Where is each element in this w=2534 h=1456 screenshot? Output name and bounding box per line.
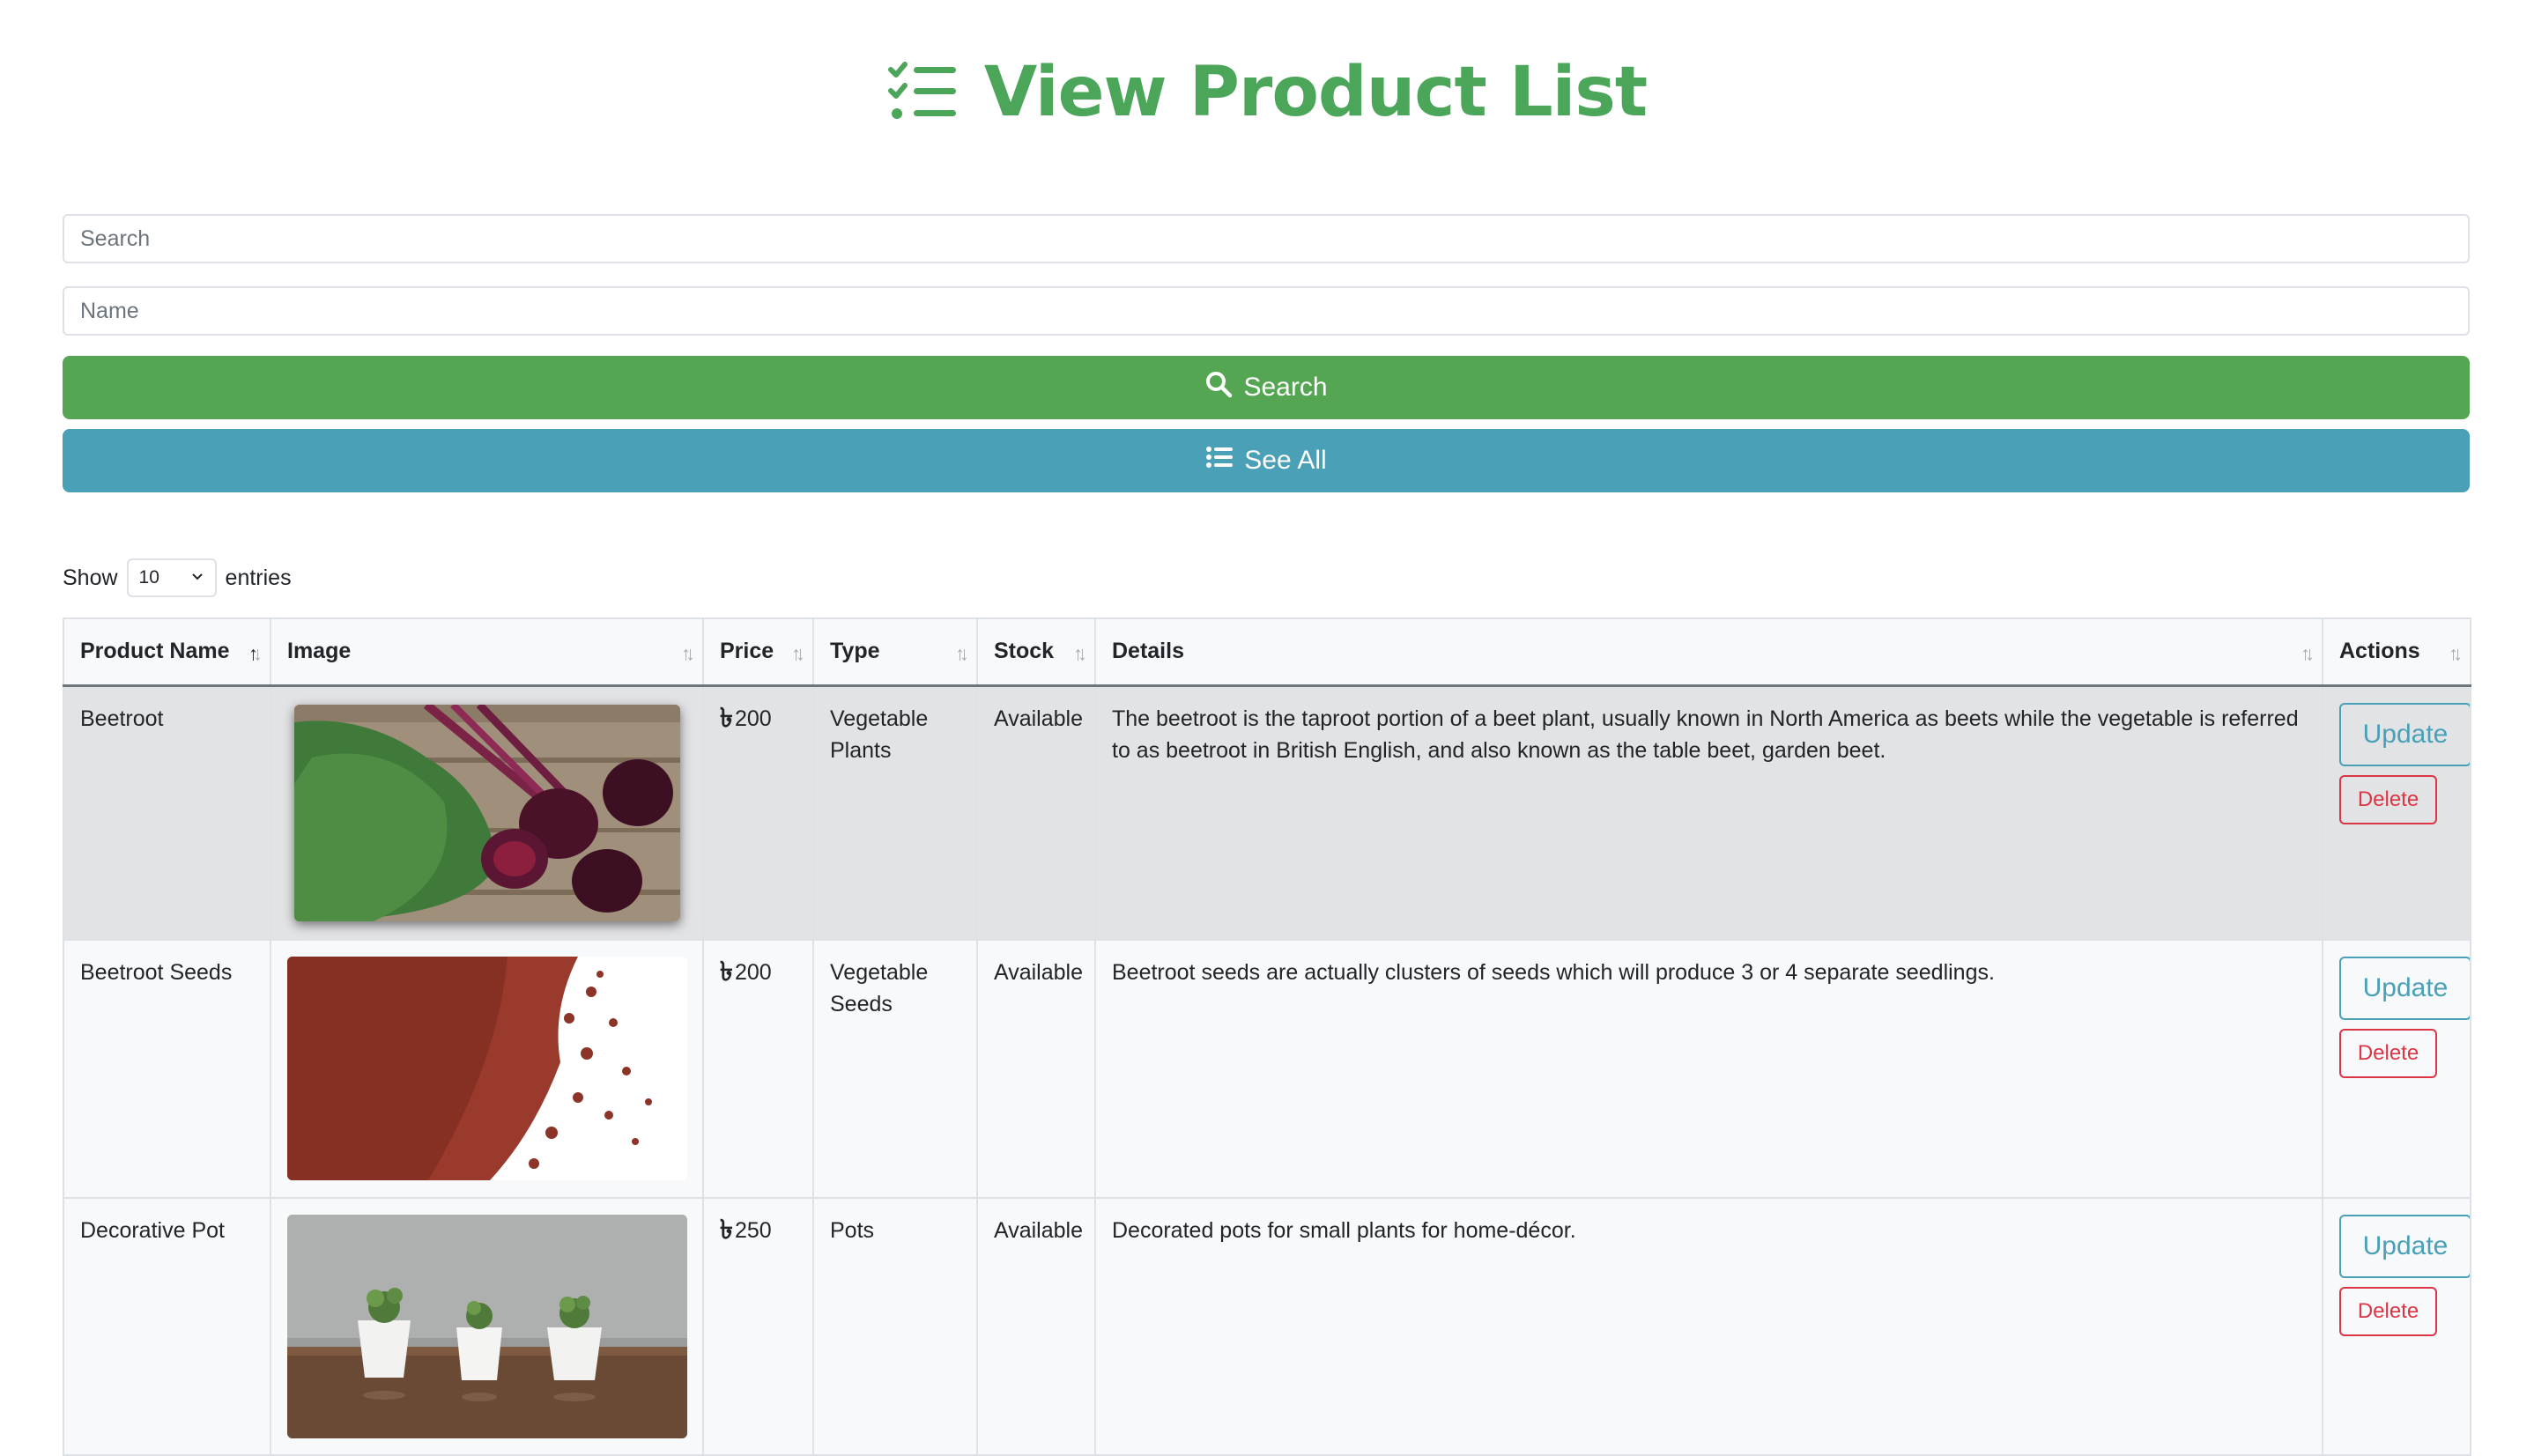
column-header-details[interactable]: Details ↑↓ bbox=[1094, 617, 2323, 687]
cell-price: ৳ 250 bbox=[702, 1196, 814, 1456]
delete-button[interactable]: Delete bbox=[2339, 1286, 2437, 1336]
cell-details: The beetroot is the taproot portion of a… bbox=[1094, 684, 2323, 941]
chevron-down-icon bbox=[190, 567, 204, 588]
cell-price: ৳ 200 bbox=[702, 684, 814, 941]
beetroot-photo bbox=[294, 704, 680, 921]
sort-icon: ↑↓ bbox=[1073, 642, 1087, 665]
currency-symbol: ৳ bbox=[720, 1215, 733, 1245]
table-row: Beetroot ৳ 200 Vegetable Plants Availabl… bbox=[63, 684, 2471, 941]
column-header-product-name[interactable]: Product Name ↑↓ bbox=[63, 617, 271, 687]
list-check-icon bbox=[887, 61, 958, 124]
cell-type: Vegetable Plants bbox=[812, 684, 978, 941]
see-all-button-label: See All bbox=[1244, 446, 1327, 475]
cell-image bbox=[270, 684, 704, 941]
page-header: View Product List bbox=[0, 44, 2534, 141]
currency-symbol: ৳ bbox=[720, 703, 733, 733]
search-button[interactable]: Search bbox=[63, 356, 2470, 419]
search-button-label: Search bbox=[1243, 373, 1328, 402]
sort-icon: ↑↓ bbox=[2449, 642, 2463, 665]
entries-label: entries bbox=[225, 565, 292, 590]
delete-button[interactable]: Delete bbox=[2339, 1028, 2437, 1078]
cell-actions: Update Delete bbox=[2322, 1196, 2471, 1456]
decorative-pots-photo bbox=[287, 1214, 687, 1438]
sort-icon: ↑↓ bbox=[955, 642, 969, 665]
cell-details: Decorated pots for small plants for home… bbox=[1094, 1196, 2323, 1456]
cell-stock: Available bbox=[976, 938, 1096, 1199]
see-all-button[interactable]: See All bbox=[63, 429, 2470, 492]
table-row: Beetroot Seeds ৳ 200 Vegetable Seeds Ava… bbox=[63, 938, 2471, 1199]
cell-stock: Available bbox=[976, 684, 1096, 941]
beetroot-seeds-photo bbox=[287, 956, 687, 1180]
cell-stock: Available bbox=[976, 1196, 1096, 1456]
search-input[interactable] bbox=[63, 214, 2470, 263]
list-icon bbox=[1205, 443, 1234, 478]
sort-icon: ↑↓ bbox=[2301, 642, 2315, 665]
cell-product-name: Decorative Pot bbox=[63, 1196, 271, 1456]
cell-image bbox=[270, 938, 704, 1199]
table-row: Decorative Pot ৳ 250 Pots Available Deco… bbox=[63, 1196, 2471, 1456]
cell-product-name: Beetroot Seeds bbox=[63, 938, 271, 1199]
delete-button[interactable]: Delete bbox=[2339, 774, 2437, 824]
sort-icon: ↑↓ bbox=[681, 642, 695, 665]
page: View Product List Search See All Show 10… bbox=[0, 0, 2534, 1456]
column-header-image[interactable]: Image ↑↓ bbox=[270, 617, 704, 687]
magnifier-icon bbox=[1204, 370, 1233, 405]
update-button[interactable]: Update bbox=[2339, 1214, 2471, 1278]
column-header-price[interactable]: Price ↑↓ bbox=[702, 617, 814, 687]
sort-asc-icon: ↑↓ bbox=[248, 642, 263, 665]
update-button[interactable]: Update bbox=[2339, 956, 2471, 1020]
table-length-control: Show 10 entries bbox=[63, 557, 292, 599]
cell-product-name: Beetroot bbox=[63, 684, 271, 941]
page-title: View Product List bbox=[983, 53, 1648, 132]
column-header-actions[interactable]: Actions ↑↓ bbox=[2322, 617, 2471, 687]
cell-price: ৳ 200 bbox=[702, 938, 814, 1199]
product-table: Product Name ↑↓ Image ↑↓ Price ↑↓ Type ↑↓ St… bbox=[63, 617, 2471, 1456]
entries-select-value: 10 bbox=[138, 567, 159, 588]
cell-type: Vegetable Seeds bbox=[812, 938, 978, 1199]
entries-select[interactable]: 10 bbox=[126, 558, 217, 597]
table-header-row: Product Name ↑↓ Image ↑↓ Price ↑↓ Type ↑↓ St… bbox=[63, 617, 2471, 687]
currency-symbol: ৳ bbox=[720, 957, 733, 987]
cell-image bbox=[270, 1196, 704, 1456]
cell-details: Beetroot seeds are actually clusters of … bbox=[1094, 938, 2323, 1199]
cell-actions: Update Delete bbox=[2322, 684, 2471, 941]
update-button[interactable]: Update bbox=[2339, 702, 2471, 766]
name-field[interactable] bbox=[63, 286, 2470, 336]
column-header-type[interactable]: Type ↑↓ bbox=[812, 617, 978, 687]
cell-type: Pots bbox=[812, 1196, 978, 1456]
show-label: Show bbox=[63, 565, 118, 590]
cell-actions: Update Delete bbox=[2322, 938, 2471, 1199]
column-header-stock[interactable]: Stock ↑↓ bbox=[976, 617, 1096, 687]
sort-icon: ↑↓ bbox=[791, 642, 805, 665]
